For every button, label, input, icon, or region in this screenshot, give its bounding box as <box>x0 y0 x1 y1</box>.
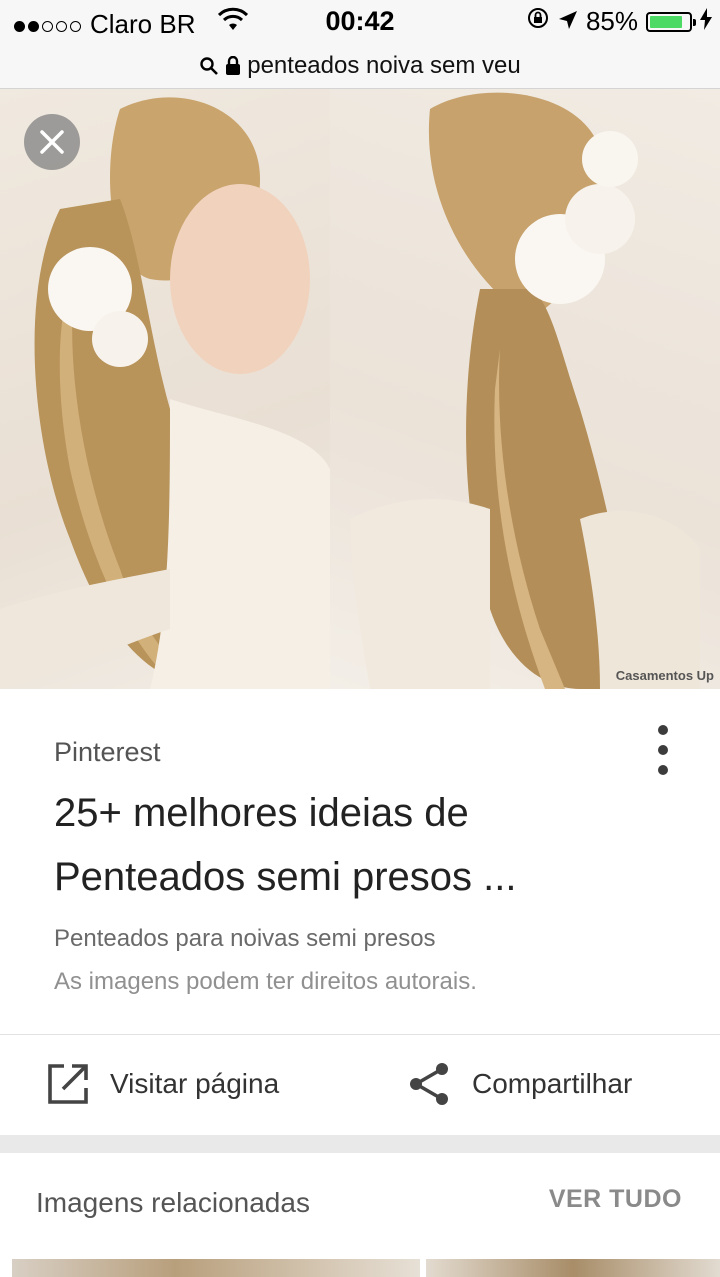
image-watermark: Casamentos Up <box>615 668 714 683</box>
visit-page-button[interactable]: Visitar página <box>46 1054 279 1114</box>
open-external-icon <box>48 1064 88 1104</box>
result-source[interactable]: Pinterest <box>54 737 161 768</box>
related-images-panel: Imagens relacionadas VER TUDO <box>0 1153 720 1277</box>
more-dot <box>658 765 668 775</box>
more-options-button[interactable] <box>648 725 678 775</box>
location-icon <box>558 6 578 37</box>
rotation-lock-icon <box>526 6 550 37</box>
share-icon <box>410 1063 448 1105</box>
close-button[interactable] <box>24 114 80 170</box>
share-button[interactable]: Compartilhar <box>408 1054 632 1114</box>
lock-icon <box>226 56 241 75</box>
result-card: Pinterest 25+ melhores ideias de Pentead… <box>0 689 720 1135</box>
url-bar[interactable]: penteados noiva sem veu <box>0 44 720 89</box>
related-images-title: Imagens relacionadas <box>36 1187 310 1218</box>
share-label: Compartilhar <box>472 1068 633 1099</box>
charging-icon <box>700 6 712 37</box>
more-dot <box>658 745 668 755</box>
battery-percent: 85% <box>585 6 638 36</box>
related-thumbnail[interactable] <box>12 1259 420 1277</box>
search-icon <box>200 57 219 75</box>
status-bar: Claro BR 00:42 85% <box>0 0 720 44</box>
bride-photo-side <box>0 89 360 689</box>
related-thumbnail[interactable] <box>426 1259 720 1277</box>
close-icon <box>40 130 64 154</box>
more-dot <box>658 725 668 735</box>
battery-icon <box>646 11 696 32</box>
see-all-button[interactable]: VER TUDO <box>549 1185 682 1214</box>
url-query: penteados noiva sem veu <box>247 52 521 79</box>
image-viewer[interactable]: Casamentos Up <box>0 89 720 689</box>
copyright-notice: As imagens podem ter direitos autorais. <box>54 968 477 995</box>
result-caption: Penteados para noivas semi presos <box>54 925 436 952</box>
bride-photo-back: Casamentos Up <box>330 89 720 689</box>
divider <box>0 1034 720 1035</box>
result-title[interactable]: 25+ melhores ideias de Penteados semi pr… <box>54 781 634 909</box>
battery-level <box>650 15 683 28</box>
visit-page-label: Visitar página <box>110 1068 280 1099</box>
